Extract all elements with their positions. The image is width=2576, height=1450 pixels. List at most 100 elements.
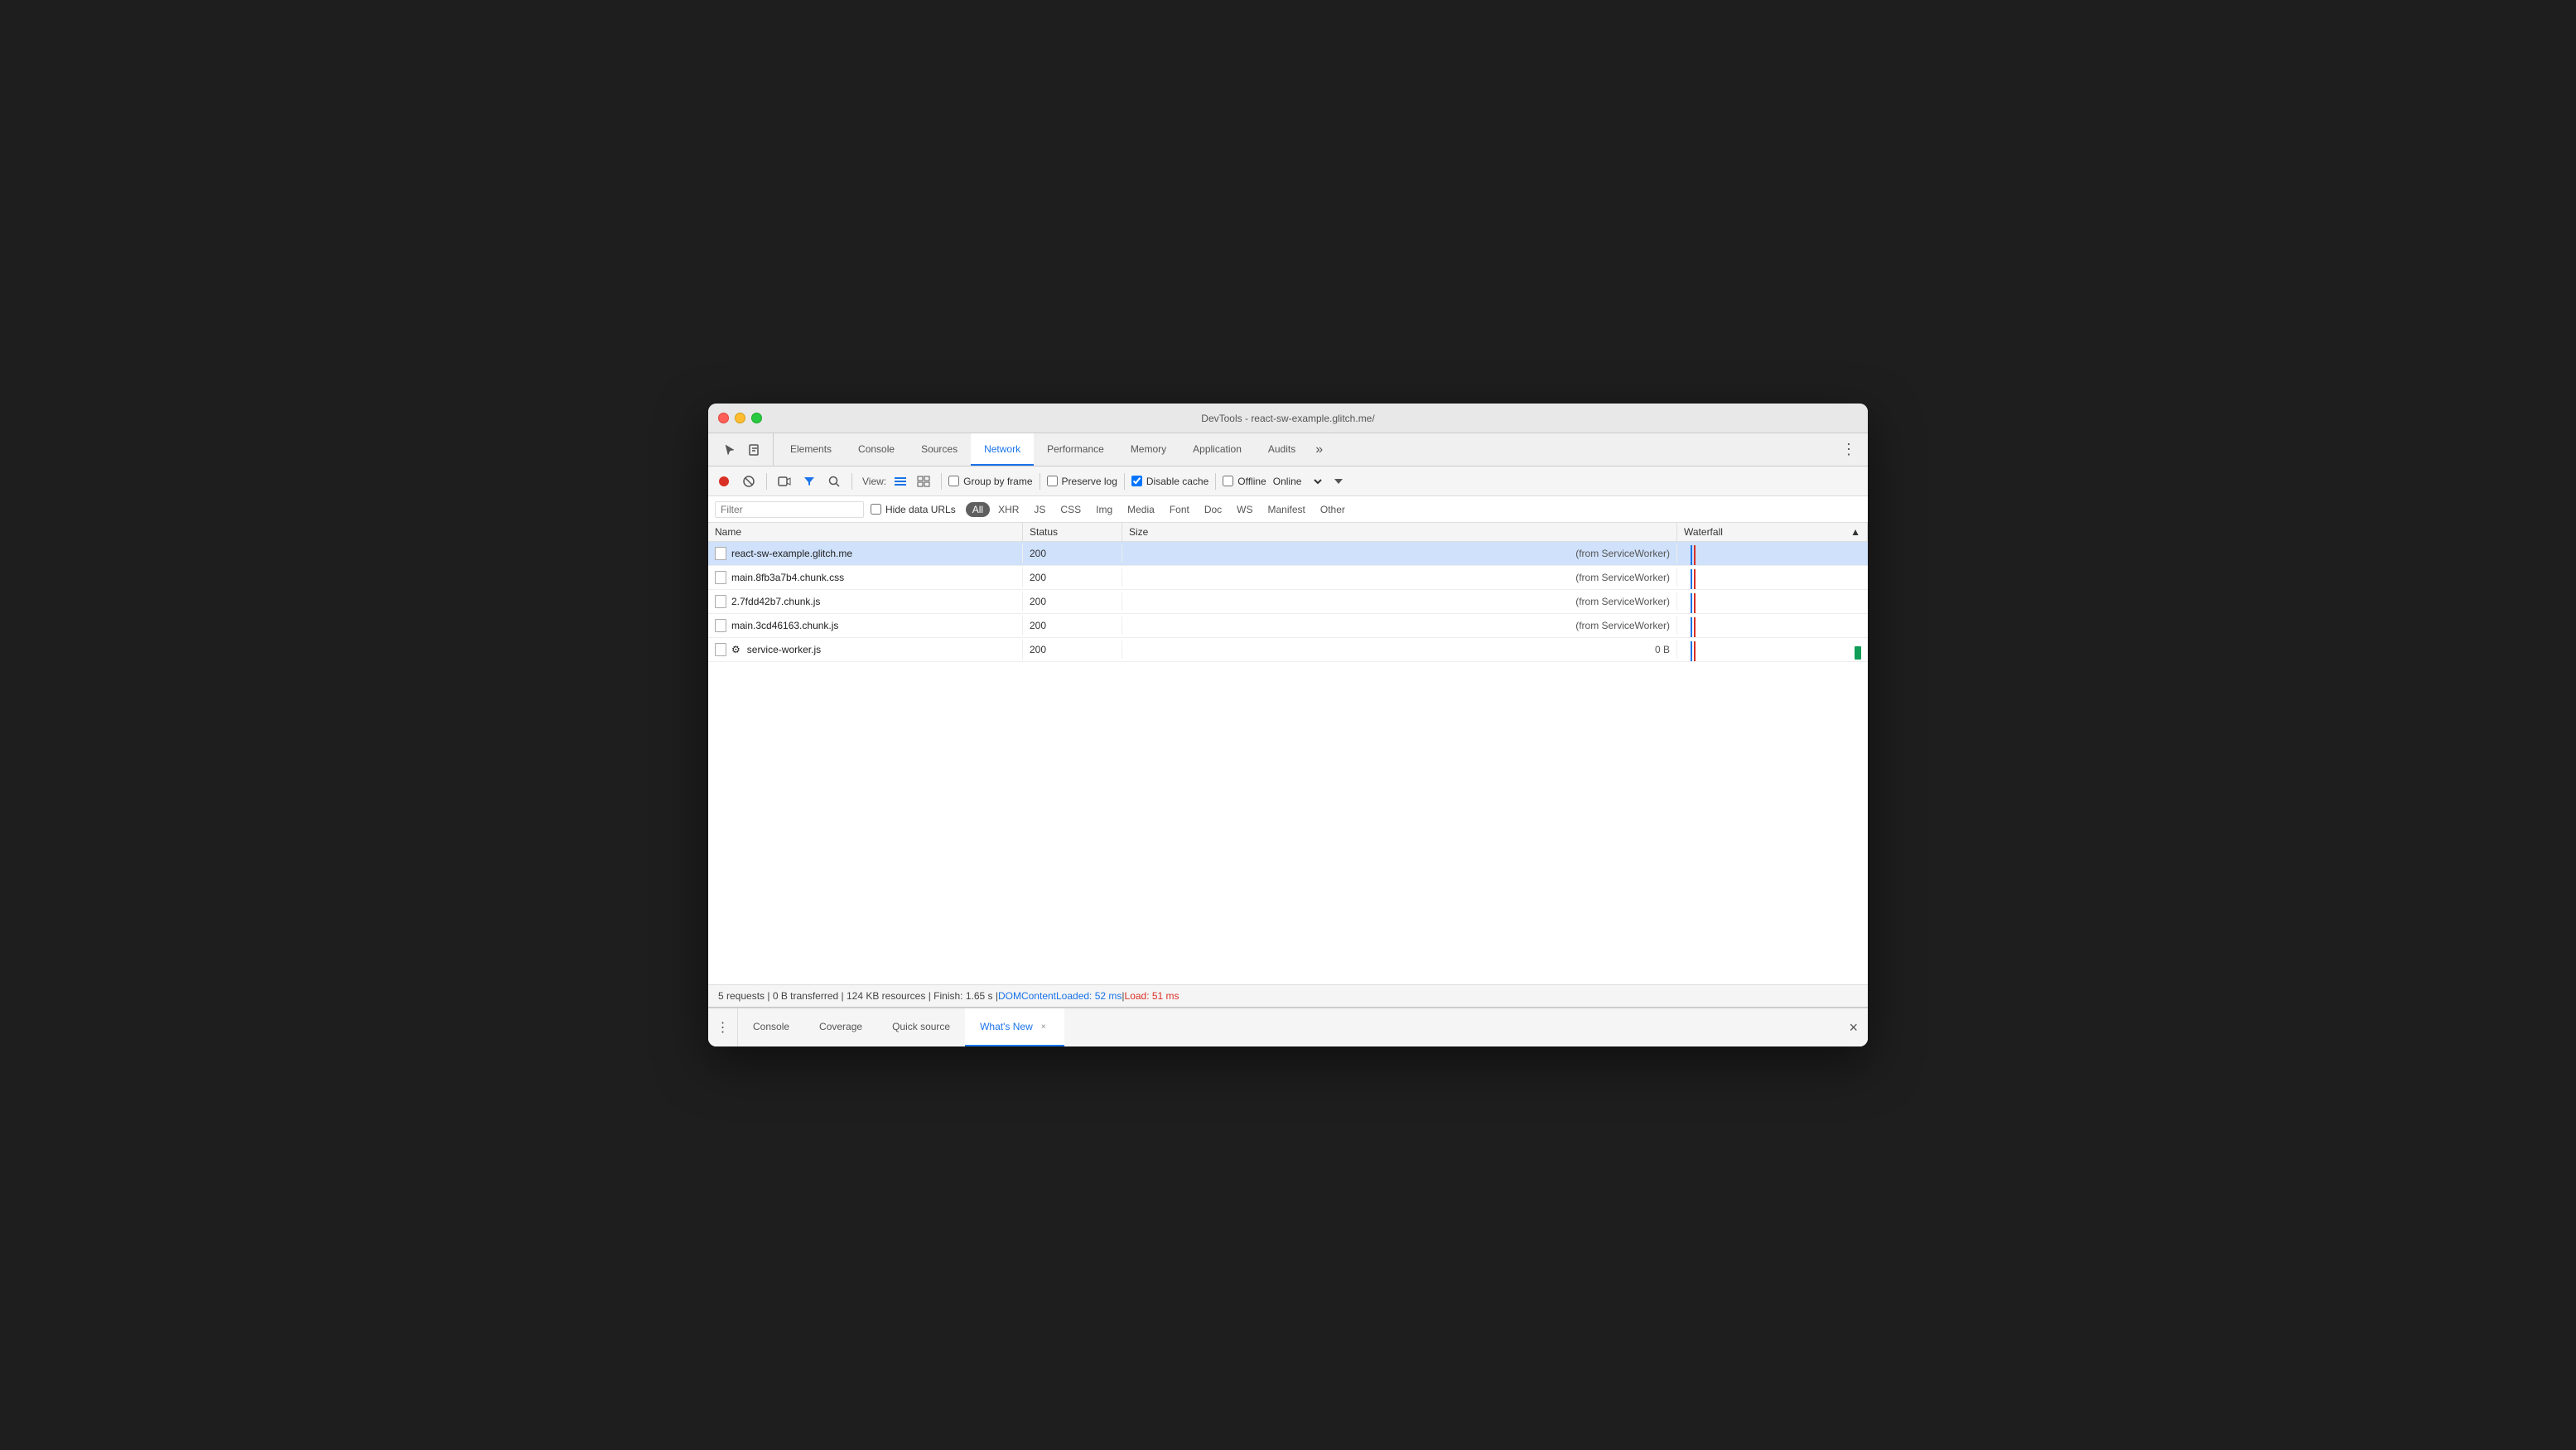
td-name-5: ⚙ service-worker.js (708, 640, 1023, 660)
drawer-tabs: Console Coverage Quick source What's New… (738, 1008, 1839, 1046)
offline-checkbox[interactable] (1223, 476, 1233, 486)
minimize-button[interactable] (735, 413, 745, 423)
tab-performance[interactable]: Performance (1034, 433, 1117, 466)
group-by-frame-label[interactable]: Group by frame (948, 476, 1032, 487)
hide-data-urls-text: Hide data URLs (885, 504, 956, 515)
tab-memory[interactable]: Memory (1117, 433, 1179, 466)
drawer-tab-console[interactable]: Console (738, 1008, 804, 1046)
table-header: Name Status Size Waterfall ▲ (708, 523, 1868, 542)
list-view-btn[interactable] (890, 471, 911, 492)
th-status[interactable]: Status (1023, 523, 1122, 541)
offline-label[interactable]: Offline (1223, 476, 1266, 487)
table-row[interactable]: ⚙ service-worker.js 200 0 B (708, 638, 1868, 662)
file-icon-3 (715, 595, 726, 608)
filter-toggle-btn[interactable] (798, 471, 820, 492)
throttle-dropdown-btn[interactable] (1328, 471, 1349, 492)
disable-cache-checkbox[interactable] (1131, 476, 1142, 486)
throttle-select[interactable]: Online Fast 3G Slow 3G Offline (1270, 475, 1324, 488)
filter-type-all[interactable]: All (966, 502, 990, 517)
hide-data-urls-label[interactable]: Hide data URLs (871, 504, 956, 515)
nav-icon-group (712, 433, 774, 466)
table-row[interactable]: react-sw-example.glitch.me 200 (from Ser… (708, 542, 1868, 566)
td-status-5: 200 (1023, 640, 1122, 659)
filter-type-xhr[interactable]: XHR (991, 502, 1025, 517)
tab-console[interactable]: Console (845, 433, 908, 466)
network-table: Name Status Size Waterfall ▲ react-sw-ex… (708, 523, 1868, 984)
filter-type-media[interactable]: Media (1121, 502, 1161, 517)
record-btn[interactable] (713, 471, 735, 492)
tab-sources[interactable]: Sources (908, 433, 971, 466)
th-name[interactable]: Name (708, 523, 1023, 541)
bottom-drawer: ⋮ Console Coverage Quick source What's N… (708, 1007, 1868, 1046)
drawer-close-btn[interactable]: × (1839, 1008, 1868, 1046)
maximize-button[interactable] (751, 413, 762, 423)
filter-type-js[interactable]: JS (1027, 502, 1052, 517)
td-size-4: (from ServiceWorker) (1122, 616, 1677, 635)
inspect-icon-btn[interactable] (743, 438, 766, 462)
more-tabs-btn[interactable]: » (1309, 433, 1329, 466)
filter-type-other[interactable]: Other (1314, 502, 1352, 517)
devtools-body: Elements Console Sources Network Perform… (708, 433, 1868, 1046)
offline-text: Offline (1237, 476, 1266, 487)
network-toolbar: View: (708, 466, 1868, 496)
titlebar: DevTools - react-sw-example.glitch.me/ (708, 404, 1868, 433)
td-size-2: (from ServiceWorker) (1122, 568, 1677, 587)
divider3 (941, 473, 942, 490)
disable-cache-text: Disable cache (1146, 476, 1208, 487)
filter-type-ws[interactable]: WS (1230, 502, 1259, 517)
traffic-lights (718, 413, 762, 423)
filter-type-font[interactable]: Font (1163, 502, 1196, 517)
divider5 (1124, 473, 1125, 490)
close-whats-new-btn[interactable]: × (1038, 1021, 1049, 1032)
td-name-4: main.3cd46163.chunk.js (708, 616, 1023, 636)
drawer-tab-quick-source[interactable]: Quick source (877, 1008, 965, 1046)
preserve-log-checkbox[interactable] (1047, 476, 1058, 486)
filter-bar: Hide data URLs All XHR JS CSS Img Media … (708, 496, 1868, 523)
table-row[interactable]: 2.7fdd42b7.chunk.js 200 (from ServiceWor… (708, 590, 1868, 614)
td-name-2: main.8fb3a7b4.chunk.css (708, 568, 1023, 587)
search-btn[interactable] (823, 471, 845, 492)
window-title: DevTools - react-sw-example.glitch.me/ (1201, 413, 1374, 424)
block-requests-btn[interactable] (738, 471, 760, 492)
table-row[interactable]: main.8fb3a7b4.chunk.css 200 (from Servic… (708, 566, 1868, 590)
cursor-icon-btn[interactable] (718, 438, 741, 462)
tab-audits[interactable]: Audits (1255, 433, 1309, 466)
filter-type-buttons: All XHR JS CSS Img Media Font Doc WS Man… (966, 502, 1352, 517)
filter-type-img[interactable]: Img (1089, 502, 1119, 517)
disable-cache-label[interactable]: Disable cache (1131, 476, 1208, 487)
tab-network[interactable]: Network (971, 433, 1034, 466)
td-waterfall-3 (1677, 590, 1868, 613)
td-size-3: (from ServiceWorker) (1122, 592, 1677, 611)
divider2 (851, 473, 852, 490)
th-waterfall[interactable]: Waterfall ▲ (1677, 523, 1868, 541)
preserve-log-label[interactable]: Preserve log (1047, 476, 1117, 487)
grouped-view-btn[interactable] (913, 471, 934, 492)
devtools-window: DevTools - react-sw-example.glitch.me/ (708, 404, 1868, 1046)
drawer-menu-btn[interactable]: ⋮ (708, 1008, 738, 1046)
group-by-frame-checkbox[interactable] (948, 476, 959, 486)
filter-type-css[interactable]: CSS (1054, 502, 1088, 517)
status-text: 5 requests | 0 B transferred | 124 KB re… (718, 990, 998, 1002)
tab-elements[interactable]: Elements (777, 433, 845, 466)
td-status-2: 200 (1023, 568, 1122, 587)
screenshot-btn[interactable] (774, 471, 795, 492)
drawer-tab-coverage[interactable]: Coverage (804, 1008, 877, 1046)
dom-content-loaded-link[interactable]: DOMContentLoaded: 52 ms (998, 990, 1122, 1002)
view-toggle (890, 471, 934, 492)
filter-type-doc[interactable]: Doc (1198, 502, 1228, 517)
filter-input[interactable] (721, 504, 858, 515)
status-bar: 5 requests | 0 B transferred | 124 KB re… (708, 984, 1868, 1007)
filter-type-manifest[interactable]: Manifest (1261, 502, 1312, 517)
divider6 (1215, 473, 1216, 490)
tab-application[interactable]: Application (1179, 433, 1255, 466)
load-link[interactable]: Load: 51 ms (1125, 990, 1179, 1002)
table-row[interactable]: main.3cd46163.chunk.js 200 (from Service… (708, 614, 1868, 638)
devtools-menu-btn[interactable]: ⋮ (1833, 433, 1864, 466)
td-size-5: 0 B (1122, 640, 1677, 659)
hide-data-urls-checkbox[interactable] (871, 504, 881, 515)
th-size[interactable]: Size (1122, 523, 1677, 541)
filter-input-wrap (715, 501, 864, 518)
close-button[interactable] (718, 413, 729, 423)
drawer-tab-whats-new[interactable]: What's New × (965, 1008, 1064, 1046)
td-status-4: 200 (1023, 616, 1122, 635)
